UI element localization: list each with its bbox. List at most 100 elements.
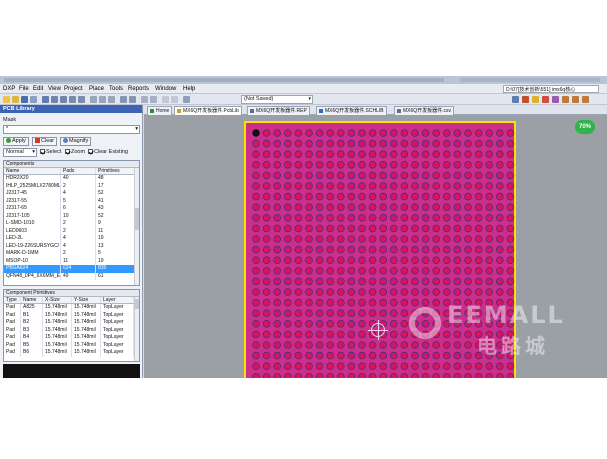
pad[interactable] bbox=[411, 256, 419, 265]
pad[interactable] bbox=[411, 267, 419, 275]
pad[interactable] bbox=[379, 160, 388, 169]
pad[interactable] bbox=[453, 362, 462, 371]
primitive-row[interactable]: Pad B4 15.748mil 15.748mil TopLayer bbox=[4, 334, 139, 342]
place-via-icon[interactable] bbox=[532, 96, 539, 103]
pad[interactable] bbox=[305, 351, 313, 360]
pad[interactable] bbox=[390, 373, 398, 378]
pad[interactable] bbox=[443, 277, 451, 286]
pad[interactable] bbox=[453, 160, 462, 169]
pad[interactable] bbox=[464, 245, 472, 254]
pad[interactable] bbox=[305, 214, 313, 222]
pad[interactable] bbox=[326, 320, 334, 328]
pad[interactable] bbox=[421, 277, 430, 286]
component-row[interactable]: LED-19-226SURSYGC/4 13 bbox=[4, 242, 139, 250]
pad[interactable] bbox=[305, 373, 313, 378]
pad[interactable] bbox=[400, 362, 409, 371]
pad[interactable] bbox=[347, 309, 356, 318]
pad[interactable] bbox=[262, 160, 271, 169]
pad[interactable] bbox=[474, 235, 483, 243]
pad[interactable] bbox=[432, 192, 441, 201]
pad[interactable] bbox=[506, 256, 515, 265]
pad[interactable] bbox=[485, 373, 493, 378]
pad[interactable] bbox=[464, 373, 472, 378]
pad[interactable] bbox=[400, 235, 409, 243]
pad[interactable] bbox=[315, 351, 324, 360]
pad[interactable] bbox=[347, 288, 356, 296]
pad[interactable] bbox=[305, 320, 313, 328]
pad[interactable] bbox=[400, 341, 409, 349]
pad[interactable] bbox=[453, 288, 462, 296]
pad[interactable] bbox=[337, 351, 345, 360]
pad[interactable] bbox=[464, 235, 472, 243]
pad[interactable] bbox=[283, 160, 292, 169]
pad[interactable] bbox=[421, 139, 430, 148]
pad[interactable] bbox=[485, 171, 494, 180]
project-path-field[interactable]: D:\07[技术创新\551] imx6q核心 bbox=[503, 85, 599, 93]
pad[interactable] bbox=[400, 320, 409, 328]
pad[interactable] bbox=[358, 235, 366, 243]
pad[interactable] bbox=[390, 160, 398, 169]
pad[interactable] bbox=[326, 203, 334, 211]
pad[interactable] bbox=[485, 182, 494, 190]
pad[interactable] bbox=[379, 192, 388, 201]
pad[interactable] bbox=[358, 203, 366, 211]
pad[interactable] bbox=[294, 351, 303, 360]
pad[interactable] bbox=[474, 129, 483, 137]
pad[interactable] bbox=[337, 139, 345, 148]
component-row[interactable]: J2317-105 10 52 bbox=[4, 212, 139, 220]
pad[interactable] bbox=[358, 224, 366, 233]
pad[interactable] bbox=[432, 203, 441, 211]
pad[interactable] bbox=[315, 309, 324, 318]
pad[interactable] bbox=[379, 267, 388, 275]
pad[interactable] bbox=[305, 341, 313, 349]
pad[interactable] bbox=[506, 373, 515, 378]
pad[interactable] bbox=[315, 139, 324, 148]
pad[interactable] bbox=[506, 192, 515, 201]
pad[interactable] bbox=[262, 288, 271, 296]
pad[interactable] bbox=[294, 245, 303, 254]
pad[interactable] bbox=[421, 150, 430, 159]
col-layer[interactable]: Layer bbox=[101, 297, 134, 303]
pad[interactable] bbox=[421, 288, 430, 296]
clear-existing-checkbox[interactable]: Clear Existing bbox=[88, 149, 128, 156]
apply-button[interactable]: Apply bbox=[3, 137, 29, 146]
pad[interactable] bbox=[252, 330, 260, 339]
pad[interactable] bbox=[379, 171, 388, 180]
pad[interactable] bbox=[411, 192, 419, 201]
pad[interactable] bbox=[464, 192, 472, 201]
pad[interactable] bbox=[262, 150, 271, 159]
pad[interactable] bbox=[506, 288, 515, 296]
pad[interactable] bbox=[474, 171, 483, 180]
pad[interactable] bbox=[283, 214, 292, 222]
pad[interactable] bbox=[390, 309, 398, 318]
pad[interactable] bbox=[358, 362, 366, 371]
primitive-row[interactable]: Pad B2 15.748mil 15.748mil TopLayer bbox=[4, 319, 139, 327]
pad[interactable] bbox=[337, 373, 345, 378]
pad[interactable] bbox=[262, 267, 271, 275]
pad[interactable] bbox=[421, 160, 430, 169]
zoom-badge[interactable]: 70% bbox=[575, 120, 595, 134]
pad[interactable] bbox=[294, 214, 303, 222]
pad[interactable] bbox=[358, 139, 366, 148]
pad[interactable] bbox=[305, 192, 313, 201]
pad[interactable] bbox=[443, 171, 451, 180]
pad[interactable] bbox=[252, 245, 260, 254]
pad[interactable] bbox=[379, 256, 388, 265]
pad[interactable] bbox=[347, 182, 356, 190]
place-arc-icon[interactable] bbox=[552, 96, 559, 103]
pad[interactable] bbox=[347, 351, 356, 360]
pad[interactable] bbox=[390, 214, 398, 222]
pad[interactable] bbox=[496, 224, 504, 233]
pad[interactable] bbox=[368, 277, 377, 286]
place-arc-center-icon[interactable] bbox=[562, 96, 569, 103]
pad[interactable] bbox=[368, 351, 377, 360]
pad[interactable] bbox=[347, 330, 356, 339]
pad[interactable] bbox=[358, 214, 366, 222]
pad[interactable] bbox=[379, 129, 388, 137]
col-pads[interactable]: Pads bbox=[61, 168, 96, 174]
pad[interactable] bbox=[294, 160, 303, 169]
pad[interactable] bbox=[294, 362, 303, 371]
menu-tools[interactable]: Tools bbox=[109, 85, 123, 93]
tab-rep[interactable]: MX6Q开发板器件.REP bbox=[247, 106, 310, 115]
pad[interactable] bbox=[411, 150, 419, 159]
